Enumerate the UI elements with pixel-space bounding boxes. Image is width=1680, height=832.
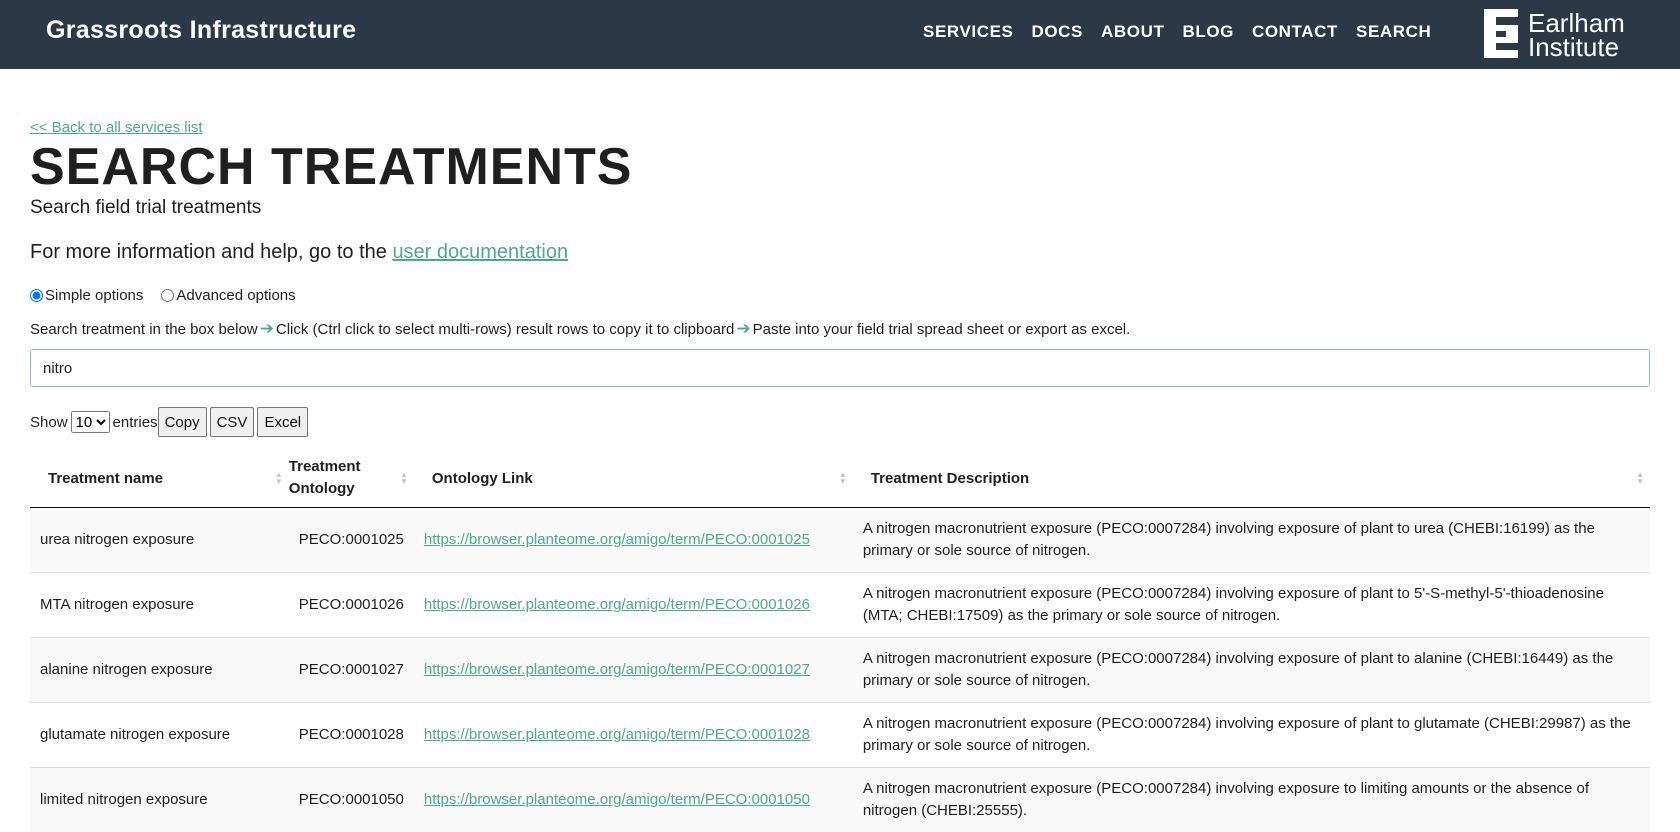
simple-options-radio[interactable] — [30, 289, 43, 302]
excel-button[interactable]: Excel — [257, 407, 308, 437]
table-header: Treatment name ▲▼ Treatment Ontology ▲▼ … — [30, 449, 1650, 508]
table-row[interactable]: limited nitrogen exposure PECO:0001050 h… — [30, 768, 1650, 832]
csv-button[interactable]: CSV — [210, 407, 255, 437]
treatment-ontology-cell: PECO:0001028 — [289, 703, 414, 768]
treatment-name-cell: urea nitrogen exposure — [30, 508, 289, 573]
ontology-link[interactable]: https://browser.planteome.org/amigo/term… — [424, 791, 810, 808]
help-info: For more information and help, go to the… — [30, 241, 568, 264]
site-brand[interactable]: Grassroots Infrastructure — [46, 16, 356, 45]
column-header-treatment-name[interactable]: Treatment name ▲▼ — [30, 449, 289, 508]
help-info-text: For more information and help, go to the — [30, 241, 387, 263]
treatment-description-cell: A nitrogen macronutrient exposure (PECO:… — [853, 703, 1650, 768]
nav-docs[interactable]: DOCS — [1031, 22, 1083, 42]
column-header-label: Ontology Link — [432, 470, 533, 487]
table-row[interactable]: glutamate nitrogen exposure PECO:0001028… — [30, 703, 1650, 768]
user-documentation-link[interactable]: user documentation — [392, 241, 568, 263]
treatment-name-cell: limited nitrogen exposure — [30, 768, 289, 832]
treatment-description-cell: A nitrogen macronutrient exposure (PECO:… — [853, 508, 1650, 573]
nav-contact[interactable]: CONTACT — [1252, 22, 1338, 42]
arrow-right-icon: ➔ — [736, 319, 750, 339]
advanced-options-radio[interactable] — [161, 289, 174, 302]
results-table-wrapper: Treatment name ▲▼ Treatment Ontology ▲▼ … — [30, 449, 1650, 832]
nav-blog[interactable]: BLOG — [1182, 22, 1234, 42]
instructions: Search treatment in the box below ➔ Clic… — [30, 319, 1130, 339]
column-header-label: Treatment Ontology — [289, 456, 373, 500]
table-row[interactable]: alanine nitrogen exposure PECO:0001027 h… — [30, 638, 1650, 703]
arrow-right-icon: ➔ — [260, 319, 274, 339]
treatment-ontology-cell: PECO:0001025 — [289, 508, 414, 573]
column-header-treatment-description[interactable]: Treatment Description ▲▼ — [853, 449, 1650, 508]
instruction-step-1: Search treatment in the box below — [30, 321, 258, 338]
copy-button[interactable]: Copy — [158, 407, 207, 437]
ontology-link[interactable]: https://browser.planteome.org/amigo/term… — [424, 596, 810, 613]
earlham-logo[interactable]: Earlham Institute — [1484, 9, 1625, 59]
treatment-ontology-cell: PECO:0001050 — [289, 768, 414, 832]
back-to-services-link[interactable]: << Back to all services list — [30, 119, 203, 136]
ontology-link-cell: https://browser.planteome.org/amigo/term… — [414, 573, 853, 638]
table-body: urea nitrogen exposure PECO:0001025 http… — [30, 508, 1650, 832]
ontology-link[interactable]: https://browser.planteome.org/amigo/term… — [424, 531, 810, 548]
entries-label: entries — [113, 414, 158, 431]
treatment-name-cell: MTA nitrogen exposure — [30, 573, 289, 638]
ontology-link[interactable]: https://browser.planteome.org/amigo/term… — [424, 726, 810, 743]
search-mode-options: Simple options Advanced options — [30, 287, 296, 304]
page-subtitle: Search field trial treatments — [30, 197, 261, 219]
column-header-treatment-ontology[interactable]: Treatment Ontology ▲▼ — [289, 449, 414, 508]
logo-text: Earlham Institute — [1528, 11, 1625, 59]
ontology-link-cell: https://browser.planteome.org/amigo/term… — [414, 638, 853, 703]
ontology-link-cell: https://browser.planteome.org/amigo/term… — [414, 703, 853, 768]
treatment-description-cell: A nitrogen macronutrient exposure (PECO:… — [853, 573, 1650, 638]
sort-icon: ▲▼ — [400, 471, 408, 485]
instruction-step-3: Paste into your field trial spread sheet… — [753, 321, 1131, 338]
table-row[interactable]: urea nitrogen exposure PECO:0001025 http… — [30, 508, 1650, 573]
main-nav: SERVICES DOCS ABOUT BLOG CONTACT SEARCH — [923, 22, 1449, 42]
sort-icon: ▲▼ — [839, 471, 847, 485]
treatment-name-cell: glutamate nitrogen exposure — [30, 703, 289, 768]
page-title: SEARCH TREATMENTS — [30, 137, 632, 197]
table-controls: Show 10 entries Copy CSV Excel — [30, 407, 311, 437]
nav-search[interactable]: SEARCH — [1356, 22, 1431, 42]
treatment-name-cell: alanine nitrogen exposure — [30, 638, 289, 703]
logo-line-2: Institute — [1528, 35, 1625, 59]
column-header-ontology-link[interactable]: Ontology Link ▲▼ — [414, 449, 853, 508]
entries-select[interactable]: 10 — [71, 411, 110, 433]
simple-options-option[interactable]: Simple options — [30, 287, 143, 304]
column-header-label: Treatment Description — [871, 470, 1029, 487]
treatment-description-cell: A nitrogen macronutrient exposure (PECO:… — [853, 638, 1650, 703]
ontology-link-cell: https://browser.planteome.org/amigo/term… — [414, 508, 853, 573]
advanced-options-label: Advanced options — [176, 287, 295, 304]
top-navbar: Grassroots Infrastructure SERVICES DOCS … — [0, 0, 1680, 69]
treatment-description-cell: A nitrogen macronutrient exposure (PECO:… — [853, 768, 1650, 832]
table-row[interactable]: MTA nitrogen exposure PECO:0001026 https… — [30, 573, 1650, 638]
nav-about[interactable]: ABOUT — [1101, 22, 1164, 42]
nav-services[interactable]: SERVICES — [923, 22, 1013, 42]
treatment-search-input[interactable] — [30, 349, 1650, 387]
ontology-link[interactable]: https://browser.planteome.org/amigo/term… — [424, 661, 810, 678]
advanced-options-option[interactable]: Advanced options — [161, 287, 295, 304]
show-label: Show — [30, 414, 68, 431]
treatment-ontology-cell: PECO:0001026 — [289, 573, 414, 638]
instruction-step-2: Click (Ctrl click to select multi-rows) … — [276, 321, 734, 338]
simple-options-label: Simple options — [45, 287, 143, 304]
results-table: Treatment name ▲▼ Treatment Ontology ▲▼ … — [30, 449, 1650, 832]
sort-icon: ▲▼ — [1636, 471, 1644, 485]
ontology-link-cell: https://browser.planteome.org/amigo/term… — [414, 768, 853, 832]
treatment-ontology-cell: PECO:0001027 — [289, 638, 414, 703]
sort-icon: ▲▼ — [275, 471, 283, 485]
earlham-logo-icon — [1484, 9, 1518, 58]
column-header-label: Treatment name — [48, 470, 163, 487]
